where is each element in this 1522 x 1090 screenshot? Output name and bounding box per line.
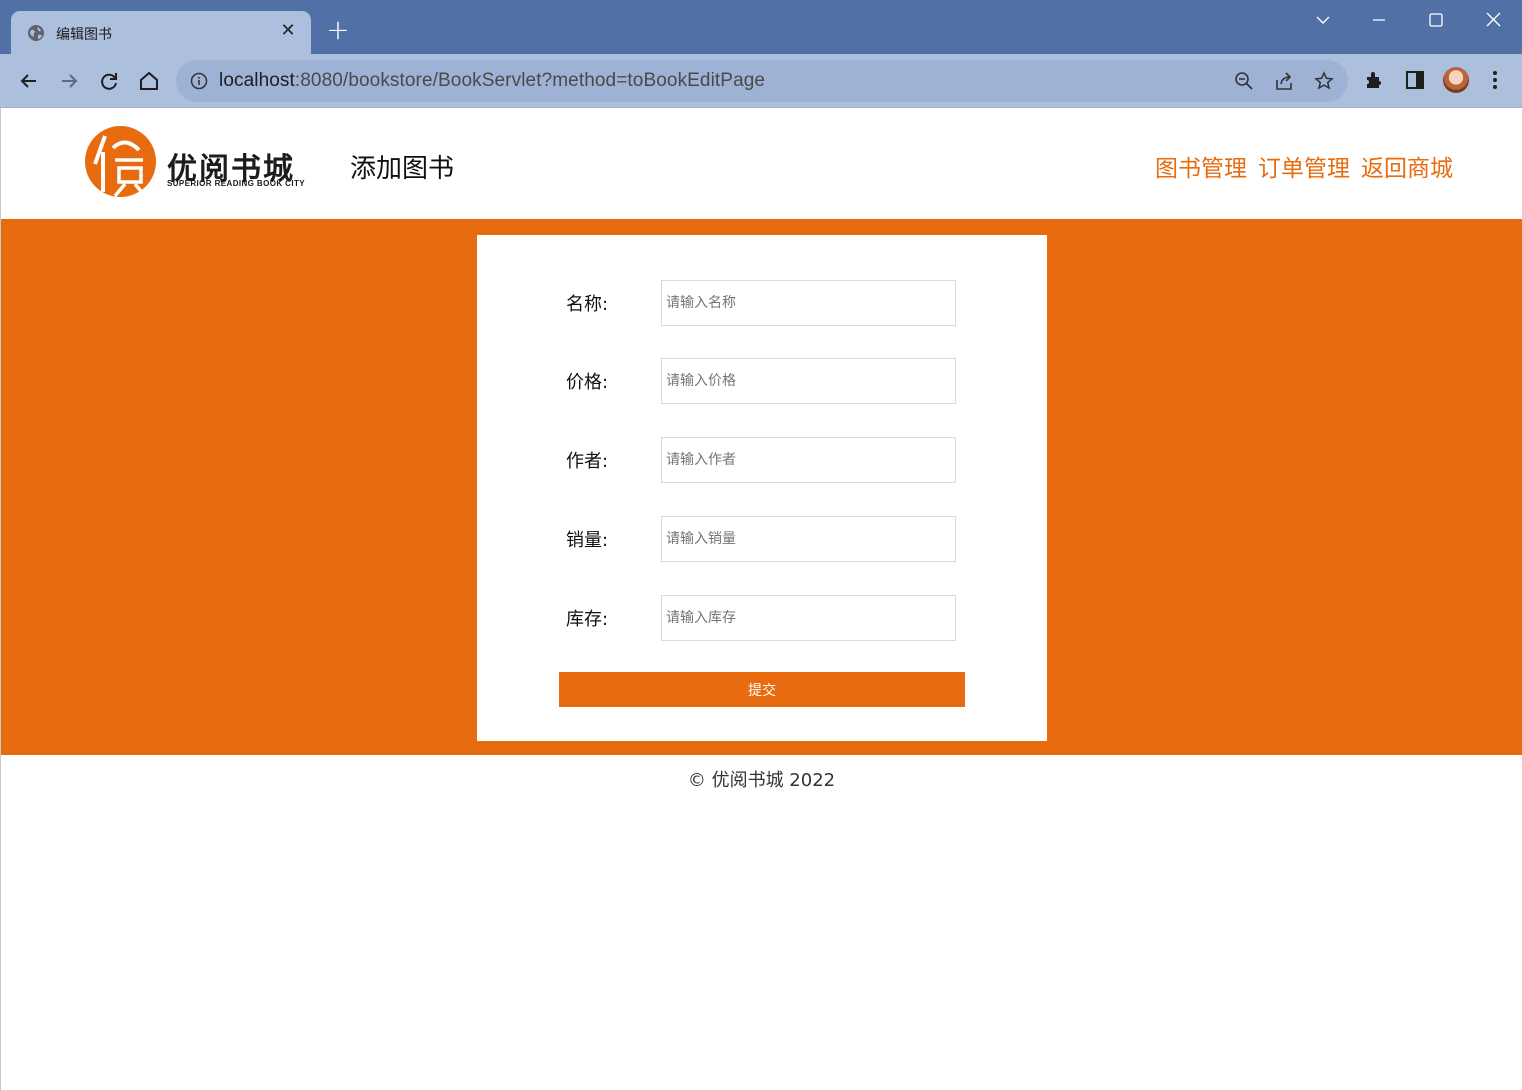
book-edit-form: 名称: 价格: 作者: 销量: 库存: 提交 bbox=[477, 235, 1047, 741]
tab-search-icon[interactable] bbox=[1308, 6, 1338, 34]
zoom-icon[interactable] bbox=[1234, 71, 1254, 91]
sales-label: 销量: bbox=[566, 530, 609, 551]
main-band: 名称: 价格: 作者: 销量: 库存: 提交 bbox=[1, 219, 1522, 755]
price-input[interactable] bbox=[661, 358, 956, 404]
new-tab-button[interactable]: + bbox=[324, 16, 352, 45]
minimize-icon[interactable] bbox=[1364, 6, 1394, 34]
star-icon[interactable] bbox=[1314, 71, 1334, 91]
home-icon[interactable] bbox=[134, 66, 164, 96]
sidepanel-icon[interactable] bbox=[1404, 69, 1426, 91]
forward-icon[interactable] bbox=[54, 66, 84, 96]
reload-icon[interactable] bbox=[94, 66, 124, 96]
sales-input[interactable] bbox=[661, 516, 956, 562]
tab-title: 编辑图书 bbox=[56, 27, 112, 43]
logo-subtitle: SUPERIOR READING BOOK CITY bbox=[167, 179, 305, 188]
author-label: 作者: bbox=[566, 451, 609, 472]
top-nav: 图书管理 订单管理 返回商城 bbox=[1155, 149, 1453, 183]
maximize-icon[interactable] bbox=[1421, 6, 1451, 34]
name-input[interactable] bbox=[661, 280, 956, 326]
nav-order-management[interactable]: 订单管理 bbox=[1258, 149, 1350, 183]
footer-copyright: © 优阅书城 2022 bbox=[687, 770, 836, 791]
share-icon[interactable] bbox=[1274, 71, 1294, 91]
web-page: 优阅书城 SUPERIOR READING BOOK CITY 添加图书 图书管… bbox=[1, 108, 1522, 1090]
form-row-sales: 销量: bbox=[477, 516, 1047, 562]
author-input[interactable] bbox=[661, 437, 956, 483]
globe-icon bbox=[27, 24, 45, 42]
url-path: :8080/bookstore/BookServlet?method=toBoo… bbox=[294, 70, 766, 91]
form-row-price: 价格: bbox=[477, 358, 1047, 404]
nav-book-management[interactable]: 图书管理 bbox=[1155, 149, 1247, 183]
info-icon[interactable] bbox=[190, 72, 208, 90]
browser-toolbar: localhost:8080/bookstore/BookServlet?met… bbox=[0, 54, 1522, 108]
url-host: localhost bbox=[219, 70, 295, 91]
form-row-stock: 库存: bbox=[477, 595, 1047, 641]
close-window-icon[interactable] bbox=[1479, 6, 1509, 34]
browser-tab-active[interactable]: 编辑图书 ✕ bbox=[11, 11, 311, 54]
name-label: 名称: bbox=[566, 294, 609, 315]
back-icon[interactable] bbox=[14, 66, 44, 96]
tab-close-icon[interactable]: ✕ bbox=[277, 20, 299, 42]
form-row-name: 名称: bbox=[477, 280, 1047, 326]
stock-input[interactable] bbox=[661, 595, 956, 641]
menu-icon[interactable] bbox=[1484, 69, 1506, 91]
price-label: 价格: bbox=[566, 372, 609, 393]
submit-button[interactable]: 提交 bbox=[559, 672, 965, 707]
profile-avatar[interactable] bbox=[1443, 67, 1469, 93]
logo-icon[interactable] bbox=[85, 126, 156, 197]
url-text: localhost:8080/bookstore/BookServlet?met… bbox=[219, 70, 765, 92]
form-row-author: 作者: bbox=[477, 437, 1047, 483]
extensions-icon[interactable] bbox=[1364, 69, 1386, 91]
nav-back-to-store[interactable]: 返回商城 bbox=[1361, 149, 1453, 183]
browser-tab-strip: 编辑图书 ✕ + bbox=[0, 0, 1522, 54]
page-title: 添加图书 bbox=[350, 154, 455, 184]
stock-label: 库存: bbox=[566, 609, 609, 630]
address-bar[interactable]: localhost:8080/bookstore/BookServlet?met… bbox=[176, 60, 1348, 102]
site-header: 优阅书城 SUPERIOR READING BOOK CITY 添加图书 图书管… bbox=[1, 108, 1522, 219]
